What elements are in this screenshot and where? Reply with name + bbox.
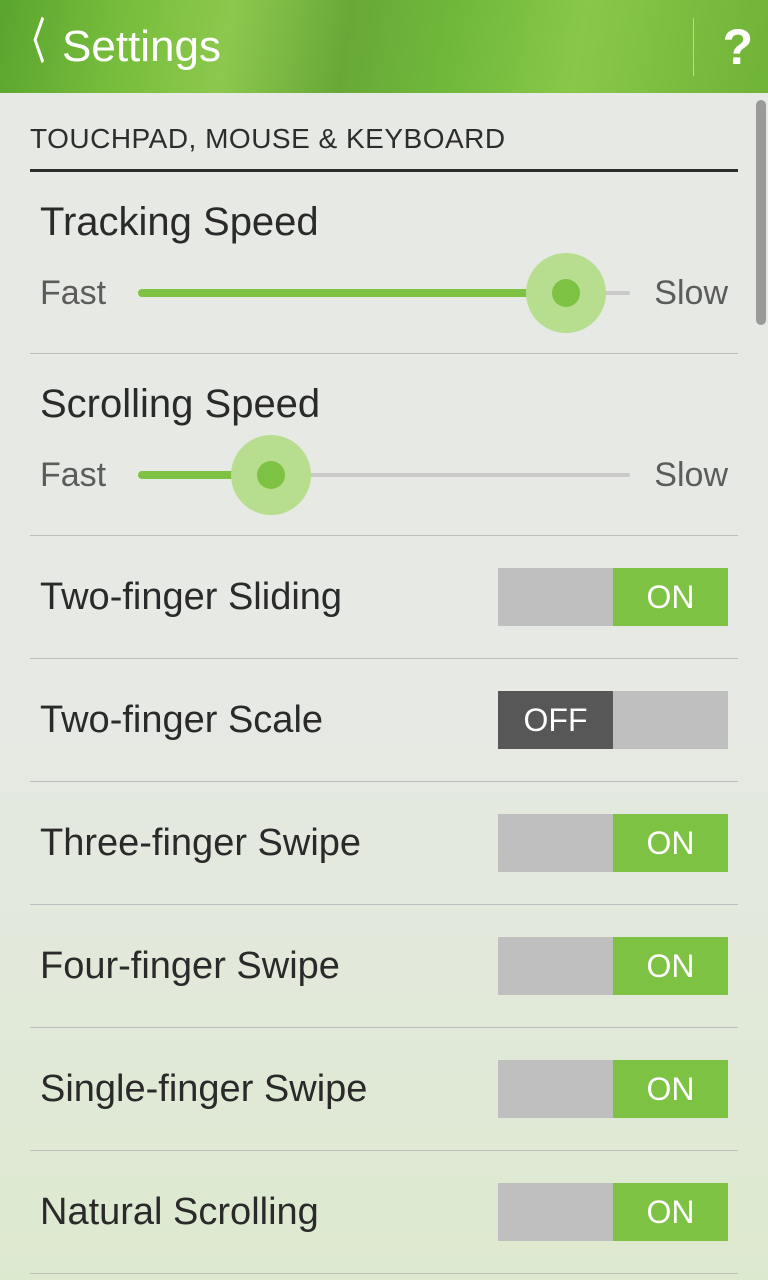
toggle-knob: ON bbox=[613, 1183, 728, 1241]
toggle-label: Natural Scrolling bbox=[40, 1191, 319, 1234]
header-divider bbox=[693, 18, 694, 76]
scrolling-slow-label: Slow bbox=[648, 456, 728, 495]
slider-thumb[interactable] bbox=[257, 461, 285, 489]
scrolling-fast-label: Fast bbox=[40, 456, 120, 495]
header-bar: 〈 Settings ? bbox=[0, 0, 768, 93]
help-wrap: ? bbox=[693, 0, 753, 93]
toggle-row: Two-finger Scale OFF bbox=[30, 659, 738, 782]
section-header: TOUCHPAD, MOUSE & KEYBOARD bbox=[30, 123, 738, 172]
page-title: Settings bbox=[58, 22, 693, 72]
toggle-switch[interactable]: ON bbox=[498, 1183, 728, 1241]
toggle-knob: ON bbox=[613, 1060, 728, 1118]
toggle-switch[interactable]: OFF bbox=[498, 691, 728, 749]
toggle-row: Left HandedOFF bbox=[30, 1274, 738, 1280]
tracking-speed-title: Tracking Speed bbox=[40, 200, 728, 245]
tracking-speed-row: Fast Slow bbox=[40, 263, 728, 323]
toggle-row: Single-finger Swipe ON bbox=[30, 1028, 738, 1151]
content-area: TOUCHPAD, MOUSE & KEYBOARD Tracking Spee… bbox=[0, 93, 768, 1280]
toggle-row: Four-finger Swipe ON bbox=[30, 905, 738, 1028]
scrolling-speed-block: Scrolling Speed Fast Slow bbox=[30, 354, 738, 536]
toggle-row: Natural Scrolling ON bbox=[30, 1151, 738, 1274]
scrolling-speed-slider[interactable] bbox=[138, 445, 630, 505]
toggle-label: Two-finger Sliding bbox=[40, 576, 342, 619]
toggle-list: Two-finger SlidingONTwo-finger ScaleOFFT… bbox=[30, 536, 738, 1280]
tracking-slow-label: Slow bbox=[648, 274, 728, 313]
tracking-speed-block: Tracking Speed Fast Slow bbox=[30, 172, 738, 354]
toggle-label: Three-finger Swipe bbox=[40, 822, 361, 865]
slider-thumb[interactable] bbox=[552, 279, 580, 307]
toggle-knob: ON bbox=[613, 568, 728, 626]
toggle-switch[interactable]: ON bbox=[498, 568, 728, 626]
toggle-row: Three-finger Swipe ON bbox=[30, 782, 738, 905]
tracking-fast-label: Fast bbox=[40, 274, 120, 313]
toggle-label: Single-finger Swipe bbox=[40, 1068, 367, 1111]
toggle-label: Four-finger Swipe bbox=[40, 945, 340, 988]
back-icon[interactable]: 〈 bbox=[19, 19, 40, 67]
toggle-row: Two-finger Sliding ON bbox=[30, 536, 738, 659]
help-icon[interactable]: ? bbox=[722, 18, 753, 76]
scrolling-speed-row: Fast Slow bbox=[40, 445, 728, 505]
toggle-knob: OFF bbox=[498, 691, 613, 749]
toggle-label: Two-finger Scale bbox=[40, 699, 323, 742]
slider-fill bbox=[138, 289, 566, 297]
toggle-knob: ON bbox=[613, 814, 728, 872]
toggle-switch[interactable]: ON bbox=[498, 1060, 728, 1118]
scrolling-speed-title: Scrolling Speed bbox=[40, 382, 728, 427]
toggle-switch[interactable]: ON bbox=[498, 937, 728, 995]
tracking-speed-slider[interactable] bbox=[138, 263, 630, 323]
scrollbar[interactable] bbox=[756, 100, 766, 325]
toggle-knob: ON bbox=[613, 937, 728, 995]
toggle-switch[interactable]: ON bbox=[498, 814, 728, 872]
